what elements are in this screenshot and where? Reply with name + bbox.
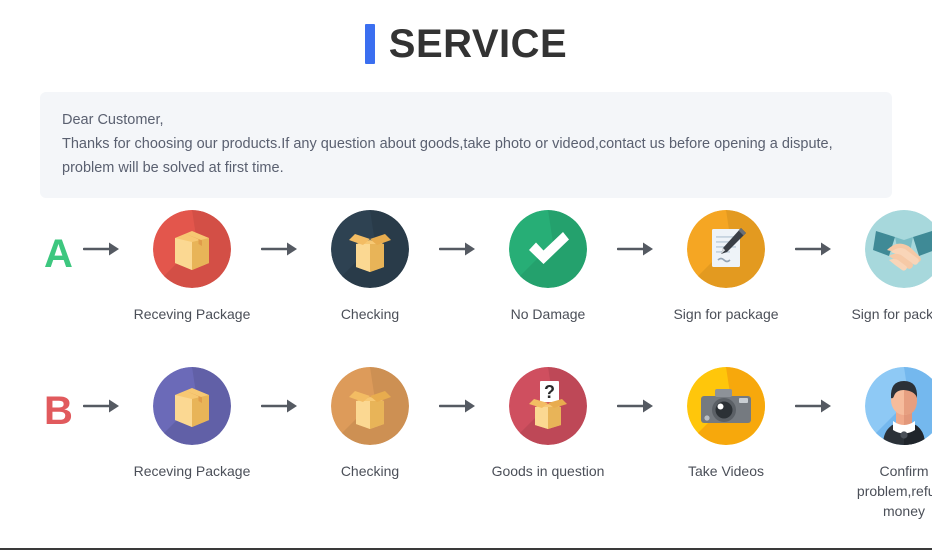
flow-letter-a: A (44, 232, 73, 276)
right-arrow-icon (436, 397, 482, 415)
right-arrow-icon (614, 240, 660, 258)
customer-notice-box: Dear Customer, Thanks for choosing our p… (40, 92, 892, 198)
flow-step-label: Sign for package (673, 306, 779, 322)
flow-step: Checking (304, 367, 436, 481)
flow-step: Sign for package (838, 210, 932, 324)
flow-letter-b: B (44, 389, 73, 433)
right-arrow-icon (80, 397, 126, 415)
flow-step-label: Take Videos (687, 463, 764, 479)
open-box-icon (331, 210, 409, 288)
flow-step: Confirm problem,refund money (838, 367, 932, 521)
flow-step-label: Checking (340, 463, 400, 479)
right-arrow-icon (258, 240, 304, 258)
title-accent-bar (364, 24, 375, 64)
check-mark-icon (509, 210, 587, 288)
right-arrow-icon (258, 397, 304, 415)
flow-step-label: Goods in question (491, 463, 605, 479)
flow-step: Take Videos (660, 367, 792, 481)
flow-step: Receving Package (126, 210, 258, 324)
right-arrow-icon (792, 240, 838, 258)
flow-step-label: Confirm problem,refund money (856, 463, 932, 519)
flow-step-label: Receving Package (133, 463, 251, 479)
person-avatar-icon (865, 367, 932, 445)
flow-step: Receving Package (126, 367, 258, 481)
open-box-icon (331, 367, 409, 445)
svg-text:?: ? (544, 382, 555, 402)
right-arrow-icon (792, 397, 838, 415)
flow-row-a: A Receving Package Checking No Damage Si… (0, 210, 932, 324)
flow-step-label: No Damage (510, 306, 586, 322)
flow-step-label: Checking (340, 306, 400, 322)
closed-box-icon (153, 367, 231, 445)
camera-icon (687, 367, 765, 445)
notice-line-1: Dear Customer, (62, 112, 164, 128)
page-title-container: SERVICE (0, 24, 932, 69)
service-page: SERVICE Dear Customer, Thanks for choosi… (0, 0, 932, 550)
flow-step: No Damage (482, 210, 614, 324)
flow-step: ? Goods in question (482, 367, 614, 481)
document-pen-icon (687, 210, 765, 288)
question-box-icon: ? (509, 367, 587, 445)
flow-step-label: Receving Package (133, 306, 251, 322)
page-title: SERVICE (364, 22, 568, 66)
notice-line-3: problem will be solved at first time. (62, 160, 284, 176)
handshake-icon (865, 210, 932, 288)
flow-step: Checking (304, 210, 436, 324)
closed-box-icon (153, 210, 231, 288)
notice-line-2: Thanks for choosing our products.If any … (62, 136, 833, 152)
right-arrow-icon (614, 397, 660, 415)
flow-step: Sign for package (660, 210, 792, 324)
flow-step-label: Sign for package (851, 306, 932, 322)
right-arrow-icon (80, 240, 126, 258)
page-title-text: SERVICE (388, 22, 568, 66)
flow-row-b: B Receving Package Checking ? Goods in q… (0, 367, 932, 521)
right-arrow-icon (436, 240, 482, 258)
